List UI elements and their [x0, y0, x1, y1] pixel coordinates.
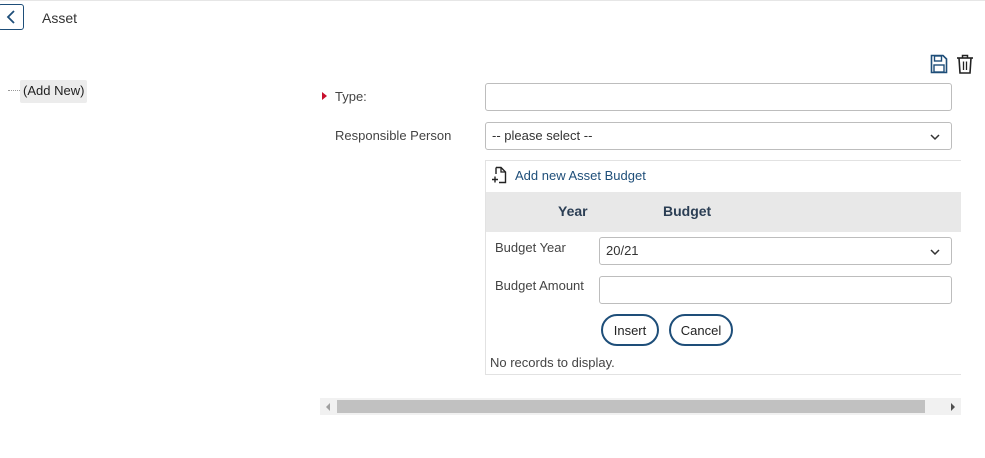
budget-year-value: 20/21	[606, 243, 639, 258]
horizontal-scrollbar[interactable]	[320, 398, 961, 415]
budget-year-select[interactable]: 20/21	[599, 237, 952, 265]
add-file-icon	[492, 166, 507, 184]
chevron-down-icon	[930, 249, 940, 256]
cancel-button[interactable]: Cancel	[669, 314, 733, 346]
responsible-person-label: Responsible Person	[335, 128, 452, 143]
column-header-year[interactable]: Year	[558, 203, 588, 219]
column-header-budget[interactable]: Budget	[663, 203, 711, 219]
scroll-right-arrow-icon[interactable]	[951, 403, 955, 411]
scrollbar-thumb[interactable]	[337, 400, 925, 413]
save-button[interactable]	[929, 53, 949, 75]
type-label: Type:	[335, 89, 367, 104]
budget-amount-label: Budget Amount	[495, 278, 584, 293]
tree-connector	[8, 90, 20, 91]
top-border	[0, 0, 985, 1]
budget-year-label: Budget Year	[495, 240, 566, 255]
insert-button[interactable]: Insert	[601, 314, 659, 346]
tree-item-add-new[interactable]: (Add New)	[20, 80, 88, 103]
add-asset-budget-button[interactable]: Add new Asset Budget	[491, 166, 646, 184]
back-button[interactable]	[0, 4, 24, 30]
add-asset-budget-label: Add new Asset Budget	[515, 167, 646, 183]
chevron-left-icon	[6, 10, 15, 24]
trash-icon	[957, 54, 973, 74]
budget-amount-input[interactable]	[599, 276, 952, 304]
page-title: Asset	[42, 10, 78, 26]
scroll-left-arrow-icon[interactable]	[326, 403, 330, 411]
no-records-message: No records to display.	[490, 355, 615, 370]
chevron-down-icon	[930, 134, 940, 141]
required-indicator	[322, 92, 327, 100]
delete-button[interactable]	[955, 53, 975, 75]
save-icon	[930, 54, 948, 74]
type-input[interactable]	[485, 83, 952, 111]
responsible-person-value: -- please select --	[492, 128, 593, 143]
responsible-person-select[interactable]: -- please select --	[485, 122, 952, 150]
